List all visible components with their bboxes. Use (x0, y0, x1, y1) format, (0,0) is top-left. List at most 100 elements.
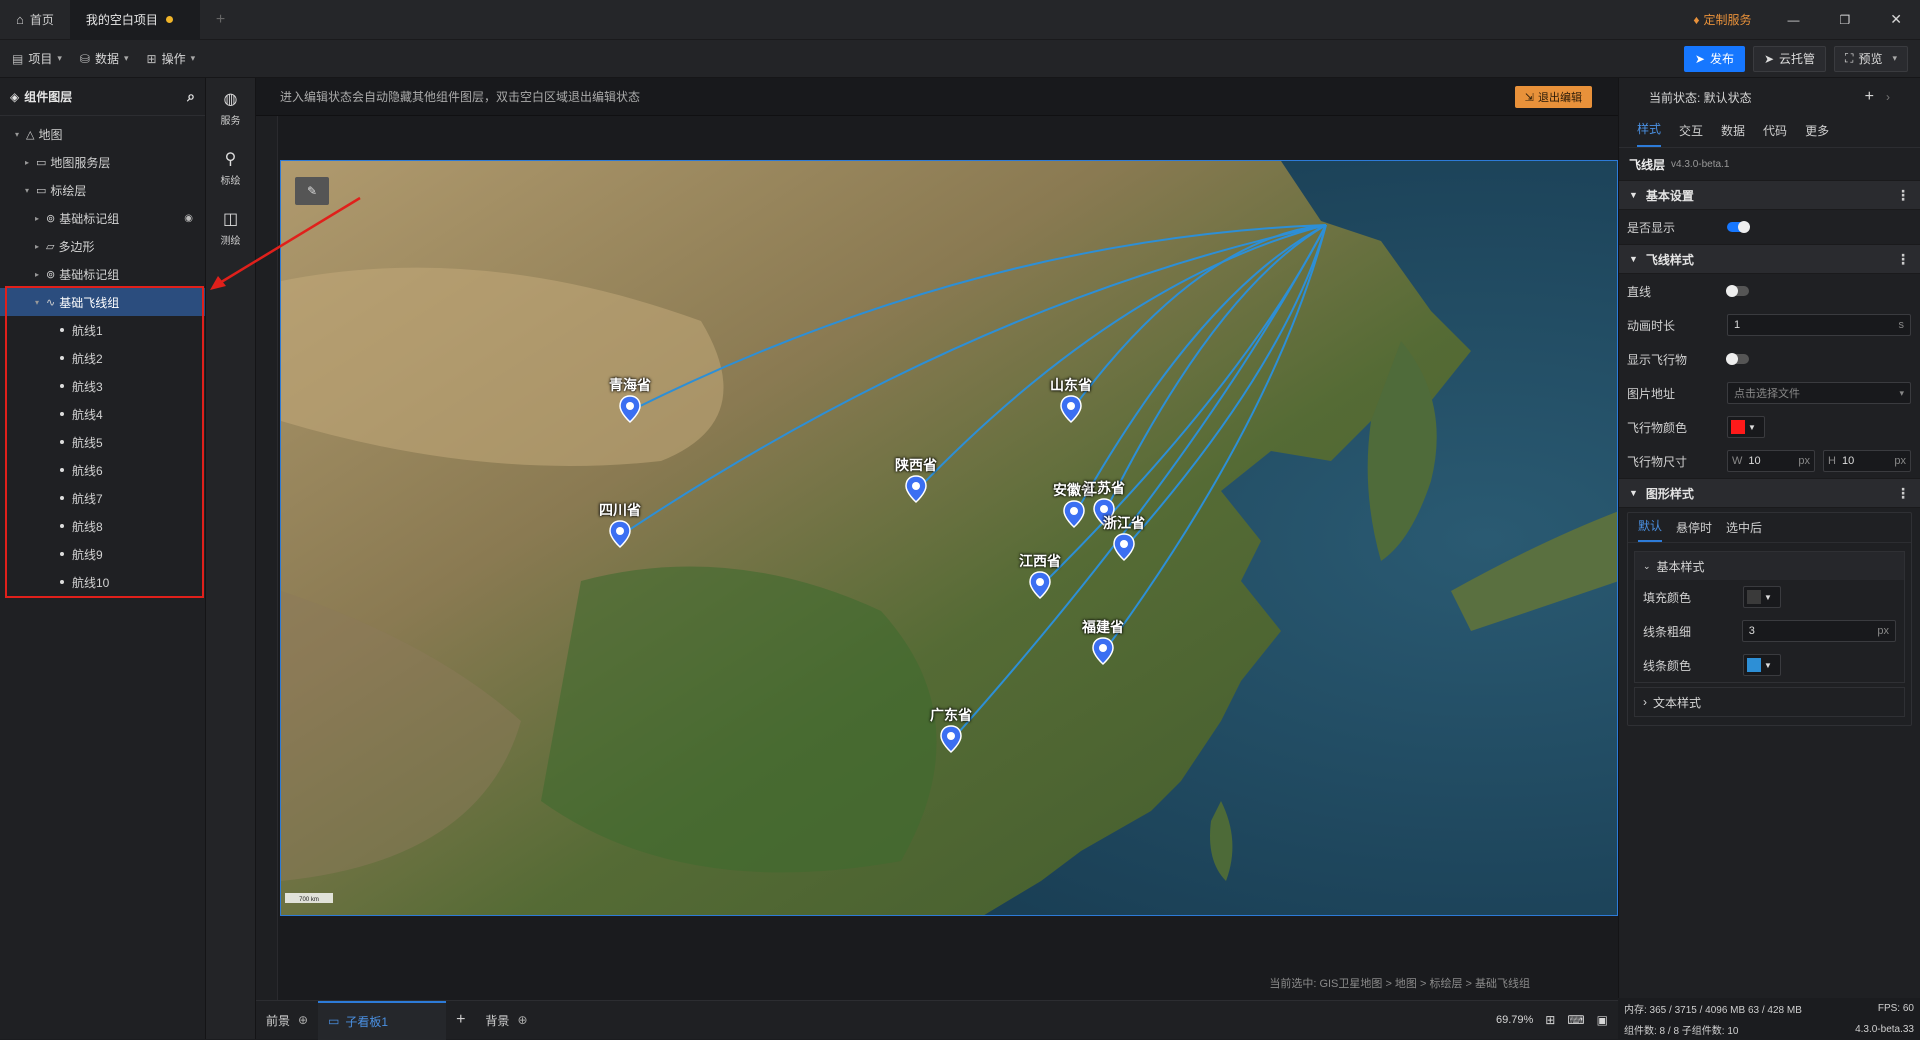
caret-down-icon: ▼ (1748, 422, 1756, 432)
more-icon[interactable]: ⋮ (1896, 485, 1910, 502)
section-flyline-style[interactable]: ▼ 飞线样式 ⋮ (1619, 244, 1920, 274)
location-pin-icon[interactable] (1029, 571, 1051, 599)
tree-item-marker-group-1[interactable]: ▸ ⊚ 基础标记组 ◉ (0, 204, 205, 232)
add-circle-icon[interactable]: ⊕ (517, 1013, 527, 1027)
expand-arrow-icon[interactable]: ▸ (32, 242, 42, 251)
flyline (619, 224, 1327, 537)
new-tab-button[interactable]: + (200, 0, 241, 40)
flyer-width-input[interactable]: W 10 px (1727, 450, 1815, 472)
image-select[interactable]: 点击选择文件 ▾ (1727, 382, 1911, 404)
tab-background[interactable]: 背景 ⊕ (475, 1001, 537, 1040)
expand-arrow-icon[interactable]: ▸ (32, 270, 42, 279)
row-show: 是否显示 (1619, 210, 1920, 244)
tree-item-plot-layer[interactable]: ▾ ▭ 标绘层 (0, 176, 205, 204)
fill-color-picker[interactable]: ▼ (1743, 586, 1781, 608)
tree-item-polygon[interactable]: ▸ ▱ 多边形 (0, 232, 205, 260)
state-tab-default[interactable]: 默认 (1638, 517, 1663, 542)
province-label: 江苏省 (1083, 480, 1125, 496)
tree-item-map-service[interactable]: ▸ ▭ 地图服务层 (0, 148, 205, 176)
location-pin-icon[interactable] (1063, 500, 1085, 528)
unsaved-dot (165, 16, 173, 23)
custom-service-button[interactable]: 定制服务 (1703, 11, 1751, 28)
state-tab-selected[interactable]: 选中后 (1726, 519, 1762, 542)
cloud-button[interactable]: ➤ 云托管 (1752, 45, 1827, 72)
show-flyer-toggle[interactable] (1726, 353, 1749, 365)
add-circle-icon[interactable]: ⊕ (298, 1013, 308, 1027)
location-pin-icon[interactable] (1113, 533, 1135, 561)
keyboard-icon[interactable]: ⌨ (1567, 1013, 1584, 1027)
add-subpanel-button[interactable]: + (446, 1001, 475, 1040)
polygon-icon: ▱ (46, 240, 55, 253)
tool-service[interactable]: ◍ 服务 (206, 78, 255, 138)
more-icon[interactable]: ⋮ (1896, 251, 1910, 268)
restore-icon[interactable]: ❐ (1840, 13, 1851, 27)
exit-edit-button[interactable]: ⇲ 退出编辑 (1514, 86, 1592, 108)
fill-color-label: 填充颜色 (1643, 590, 1692, 605)
chevron-right-icon[interactable]: › (1886, 90, 1890, 104)
property-tabs: 样式 交互 数据 代码 更多 (1619, 116, 1920, 148)
section-basic-settings[interactable]: ▼ 基本设置 ⋮ (1619, 180, 1920, 210)
minimize-icon[interactable]: — (1788, 13, 1800, 27)
base-style-header[interactable]: ⌄ 基本样式 (1635, 552, 1904, 580)
zoom-level[interactable]: 69.79% (1496, 1014, 1533, 1026)
straight-toggle[interactable] (1726, 285, 1749, 297)
collapse-icon: ▼ (1629, 488, 1638, 498)
base-style-group: ⌄ 基本样式 填充颜色 ▼ 线条粗细 3 px 线条颜色 ▼ (1634, 551, 1905, 683)
close-icon[interactable]: ✕ (1890, 11, 1902, 28)
tree-item-marker-group-2[interactable]: ▸ ⊚ 基础标记组 (0, 260, 205, 288)
section-shape-style[interactable]: ▼ 图形样式 ⋮ (1619, 478, 1920, 508)
more-icon[interactable]: ⋮ (1896, 187, 1910, 204)
shape-style-box: 默认 悬停时 选中后 ⌄ 基本样式 填充颜色 ▼ 线条粗细 3 px 线条颜色 ▼ › 文本… (1627, 512, 1912, 726)
chevron-down-icon: ▾ (123, 53, 129, 63)
show-toggle[interactable] (1727, 221, 1750, 233)
fps-status: FPS: 60 (1877, 1003, 1914, 1014)
expand-arrow-icon[interactable]: ▾ (22, 186, 32, 195)
fit-screen-icon[interactable]: ⊞ (1545, 1013, 1555, 1027)
location-pin-icon[interactable] (1092, 637, 1114, 665)
line-color-swatch (1747, 658, 1761, 672)
anim-duration-input[interactable]: 1s (1727, 314, 1911, 336)
satellite-map[interactable]: 700 km ✎ 青海省 山东省 陕西省 安徽省 江苏省 四川省 浙江省 江西省 福建省 广东省 (280, 160, 1618, 916)
highlight-box (5, 286, 204, 598)
hidden-eye-icon[interactable]: ◉ (184, 213, 193, 224)
location-pin-icon[interactable] (905, 475, 927, 503)
tab-foreground[interactable]: 前景 ⊕ (256, 1001, 318, 1040)
tab-data[interactable]: 数据 (1721, 122, 1745, 147)
tab-more[interactable]: 更多 (1805, 122, 1829, 147)
component-version: v4.3.0-beta.1 (1671, 158, 1730, 170)
tab-home[interactable]: ⌂ 首页 (0, 0, 70, 40)
location-pin-icon[interactable] (1060, 395, 1082, 423)
unit-label: px (1798, 455, 1810, 467)
preview-button[interactable]: ⛶ 预览 ▾ (1834, 45, 1908, 72)
tab-code[interactable]: 代码 (1763, 122, 1787, 147)
flyer-height-input[interactable]: H 10 px (1823, 450, 1911, 472)
line-width-input[interactable]: 3 px (1741, 620, 1896, 642)
publish-button[interactable]: ➤ 发布 (1683, 45, 1745, 72)
tab-style[interactable]: 样式 (1637, 120, 1662, 147)
flyer-color-picker[interactable]: ▼ (1727, 416, 1765, 438)
menu-data[interactable]: ⛁ 数据 ▾ (80, 50, 129, 67)
location-pin-icon[interactable] (619, 395, 641, 423)
add-state-icon[interactable]: + (1865, 88, 1874, 106)
expand-arrow-icon[interactable]: ▸ (22, 158, 32, 167)
layer-panel-header: ◈ 组件图层 ⌕ (0, 78, 205, 116)
tab-project[interactable]: 我的空白项目 (69, 0, 200, 40)
section-title: 飞线样式 (1645, 252, 1694, 267)
location-pin-icon[interactable] (609, 520, 631, 548)
text-style-header[interactable]: › 文本样式 (1634, 687, 1905, 717)
tab-interaction[interactable]: 交互 (1679, 122, 1703, 147)
terminal-icon[interactable]: ▣ (1597, 1013, 1608, 1027)
exit-icon: ⇲ (1524, 91, 1534, 104)
menu-project[interactable]: ▤ 项目 ▾ (12, 50, 62, 67)
tree-item-label: 多边形 (58, 239, 95, 254)
expand-arrow-icon[interactable]: ▸ (32, 214, 42, 223)
state-tab-hover[interactable]: 悬停时 (1676, 519, 1712, 542)
line-color-picker[interactable]: ▼ (1743, 654, 1781, 676)
tab-subpanel[interactable]: ▭ 子看板1 (318, 1000, 447, 1040)
menu-operate[interactable]: ⊞ 操作 ▾ (147, 50, 196, 67)
tool-plot[interactable]: ⚲ 标绘 (206, 138, 255, 198)
search-icon[interactable]: ⌕ (187, 88, 195, 105)
expand-arrow-icon[interactable]: ▾ (12, 130, 22, 139)
tree-item-map[interactable]: ▾ △ 地图 (0, 120, 205, 148)
location-pin-icon[interactable] (940, 725, 962, 753)
